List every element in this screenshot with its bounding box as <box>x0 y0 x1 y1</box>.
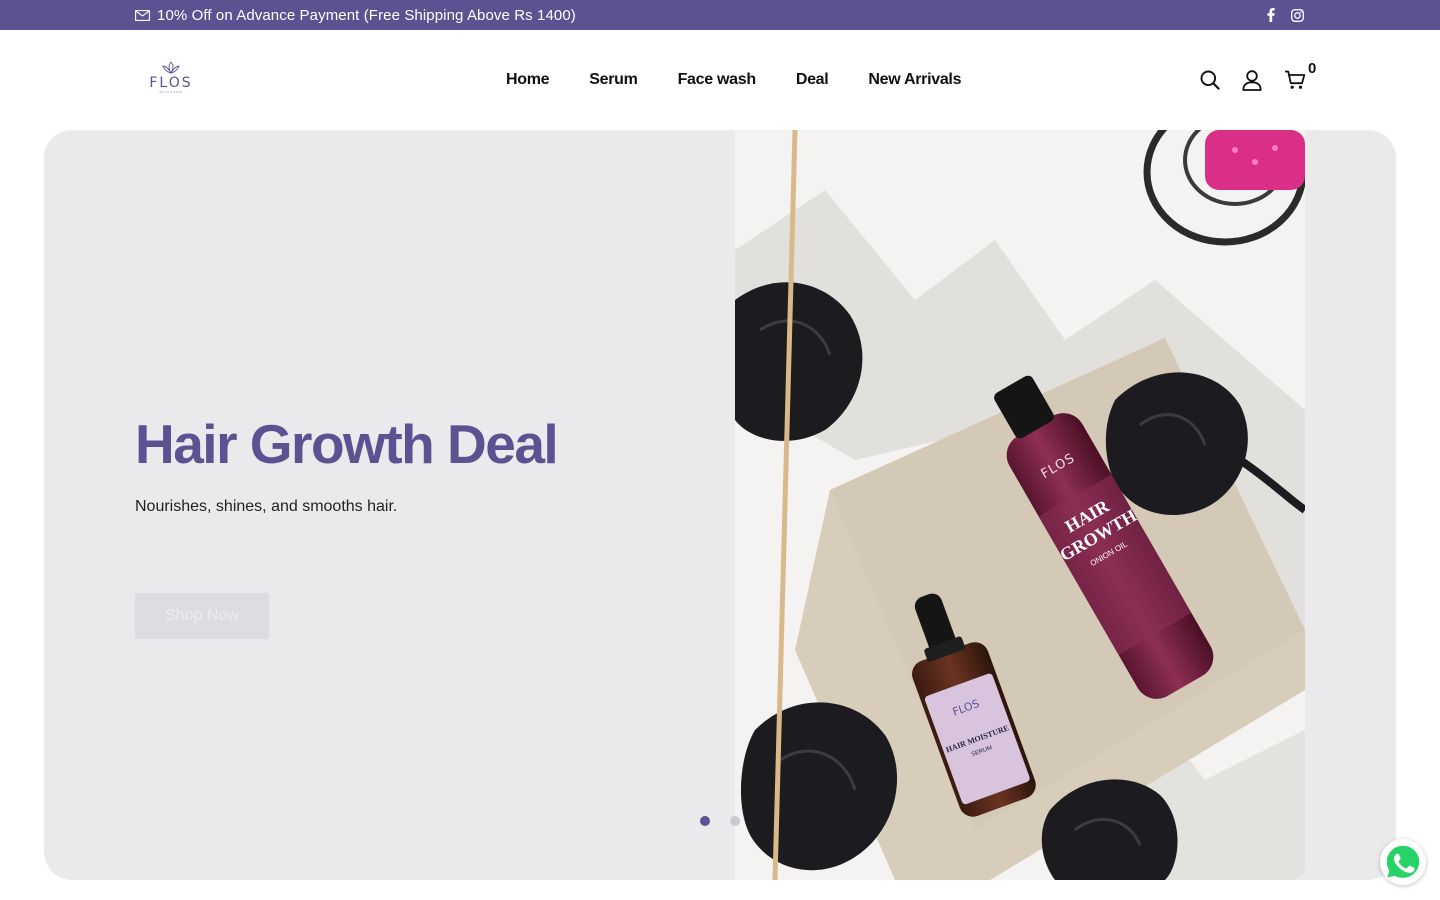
logo-text: FLOS <box>149 75 193 91</box>
nav-home[interactable]: Home <box>506 71 550 89</box>
nav-new-arrivals[interactable]: New Arrivals <box>868 71 961 89</box>
promo-message: 10% Off on Advance Payment (Free Shippin… <box>135 0 576 30</box>
nav-serum[interactable]: Serum <box>589 71 638 89</box>
mail-icon <box>135 9 150 21</box>
main-nav: Home Serum Face wash Deal New Arrivals <box>506 30 961 130</box>
nav-deal[interactable]: Deal <box>796 71 829 89</box>
nav-face-wash[interactable]: Face wash <box>678 71 757 89</box>
hero-title: Hair Growth Deal <box>135 413 559 475</box>
user-icon[interactable] <box>1242 69 1262 91</box>
slider-dot-2[interactable] <box>730 816 740 826</box>
facebook-icon[interactable] <box>1267 8 1275 22</box>
slider-dot-1[interactable] <box>700 816 710 826</box>
whatsapp-icon <box>1385 844 1421 880</box>
slider-dots <box>700 816 740 826</box>
instagram-icon[interactable] <box>1291 8 1304 22</box>
shop-now-button[interactable]: Shop Now <box>135 593 269 639</box>
hero-product-image: FLOS HAIR GROWTH ONION OIL FLOS HAIR MOI… <box>735 130 1305 880</box>
whatsapp-chat-button[interactable] <box>1380 839 1426 885</box>
hero-slider: Hair Growth Deal Nourishes, shines, and … <box>44 130 1396 880</box>
header-actions: 0 <box>1200 30 1316 130</box>
logo-subtext: SKINCARE <box>159 90 183 94</box>
cart-count-badge: 0 <box>1308 60 1317 77</box>
announcement-bar: 10% Off on Advance Payment (Free Shippin… <box>0 0 1440 30</box>
hero-subtitle: Nourishes, shines, and smooths hair. <box>135 498 398 515</box>
site-header: FLOS SKINCARE Home Serum Face wash Deal … <box>0 30 1440 130</box>
social-links <box>1267 0 1304 30</box>
promo-text: 10% Off on Advance Payment (Free Shippin… <box>157 6 576 24</box>
brand-logo[interactable]: FLOS SKINCARE <box>148 61 194 99</box>
cart-icon[interactable]: 0 <box>1284 60 1316 90</box>
lotus-icon <box>162 61 180 74</box>
search-icon[interactable] <box>1200 70 1220 90</box>
